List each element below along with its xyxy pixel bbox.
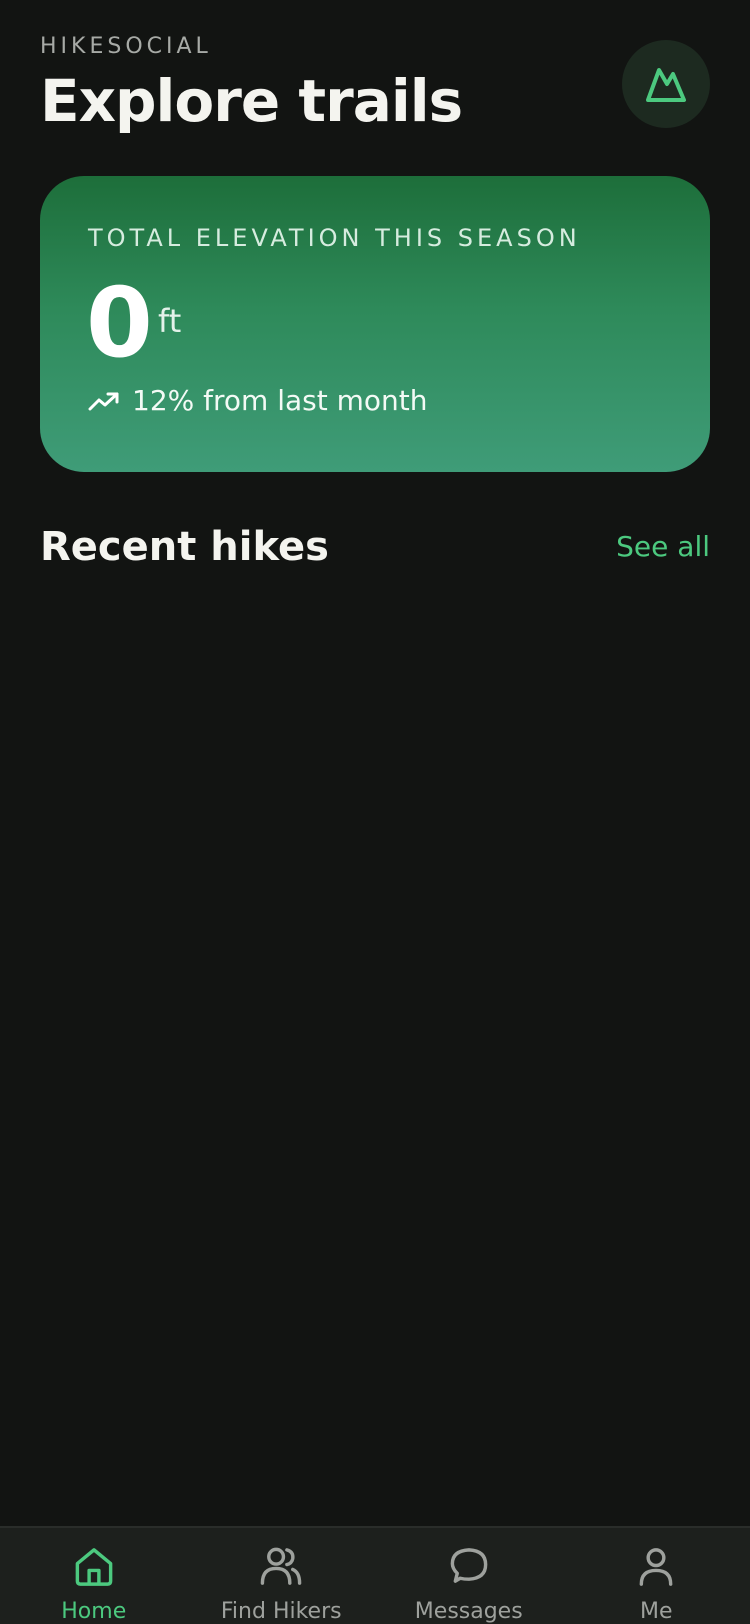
elevation-stats-card: TOTAL ELEVATION THIS SEASON 0 ft 12% fro… [40, 176, 710, 472]
bottom-tab-bar: Home Find Hikers Messages Me [0, 1526, 750, 1624]
mountain-icon [646, 68, 686, 102]
page-title: Explore trails [40, 67, 463, 135]
profile-button[interactable] [622, 40, 710, 128]
tab-label: Me [639, 1599, 673, 1624]
trend-text: 12% from last month [132, 384, 428, 417]
tab-me[interactable]: Me [563, 1528, 750, 1624]
tab-label: Home [61, 1599, 127, 1624]
home-icon [75, 1548, 113, 1586]
tab-label: Messages [414, 1599, 523, 1624]
recent-hikes-title: Recent hikes [40, 524, 329, 570]
user-icon [639, 1548, 673, 1586]
tab-messages[interactable]: Messages [375, 1528, 563, 1624]
elevation-value: 0 [86, 267, 153, 379]
see-all-link[interactable]: See all [616, 530, 710, 563]
trending-up-icon [88, 392, 119, 410]
app-label: HIKESOCIAL [40, 34, 212, 59]
elevation-unit: ft [158, 302, 182, 340]
message-icon [450, 1548, 488, 1583]
trend-row: 12% from last month [88, 384, 427, 417]
tab-home[interactable]: Home [0, 1528, 188, 1624]
users-icon [260, 1547, 302, 1585]
tab-label: Find Hikers [220, 1599, 342, 1624]
tab-find-hikers[interactable]: Find Hikers [188, 1528, 376, 1624]
stats-label: TOTAL ELEVATION THIS SEASON [88, 224, 581, 252]
